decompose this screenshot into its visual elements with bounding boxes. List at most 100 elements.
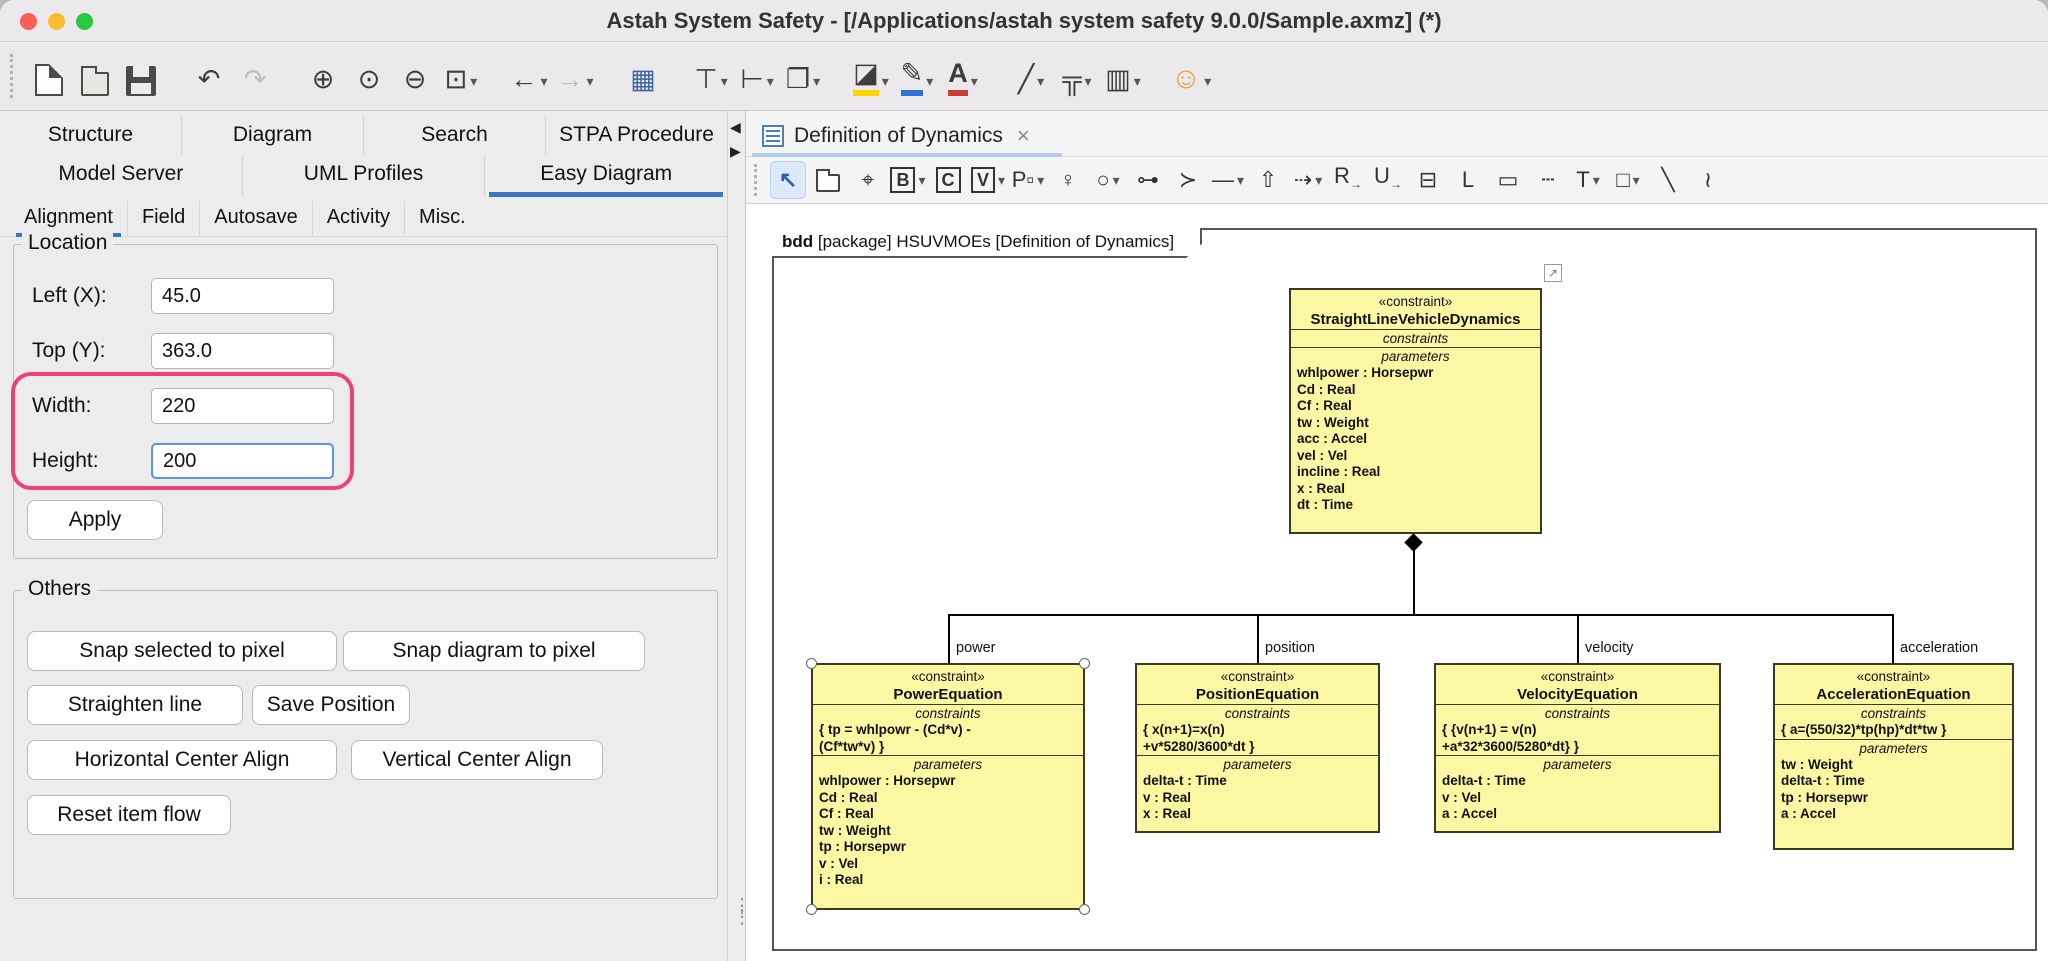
subtab-misc[interactable]: Misc. xyxy=(405,201,480,236)
interface-icon[interactable]: ○▾ xyxy=(1090,161,1126,199)
hierarchy-icon-dropdown[interactable]: ▾ xyxy=(1085,73,1092,90)
text-icon-dropdown[interactable]: ▾ xyxy=(1593,172,1600,189)
line-style-icon-dropdown[interactable]: ▾ xyxy=(1037,73,1044,90)
subtab-autosave[interactable]: Autosave xyxy=(200,201,312,236)
block-icon-dropdown[interactable]: ▾ xyxy=(918,172,925,189)
connector-drop-position[interactable] xyxy=(1257,614,1259,663)
vertical-center-align-button[interactable]: Vertical Center Align xyxy=(351,740,603,780)
constraint-block-powerequation[interactable]: «constraint»PowerEquationconstraints{ tp… xyxy=(811,663,1085,910)
realization-icon[interactable]: R xyxy=(1330,161,1366,199)
dependency-icon[interactable]: ⇢▾ xyxy=(1290,161,1326,199)
interface-icon-dropdown[interactable]: ▾ xyxy=(1113,172,1120,189)
zoom-out-icon[interactable]: ⊖ xyxy=(394,52,436,100)
diagram-toolbar-drag-handle[interactable] xyxy=(754,164,758,196)
provided-interface-icon[interactable]: ⊶ xyxy=(1130,161,1166,199)
part-icon[interactable]: ♀ xyxy=(1050,161,1086,199)
layout-icon-dropdown[interactable]: ▾ xyxy=(1134,73,1141,90)
tab-model-server[interactable]: Model Server xyxy=(0,155,243,197)
text-icon[interactable]: T▾ xyxy=(1570,161,1606,199)
connector-drop-velocity[interactable] xyxy=(1577,614,1579,663)
layout-icon[interactable]: ▥▾ xyxy=(1102,52,1144,100)
width-input[interactable] xyxy=(151,388,334,424)
back-icon-dropdown[interactable]: ▾ xyxy=(540,73,547,90)
diagram-tab[interactable]: Definition of Dynamics × xyxy=(752,115,1040,157)
collapse-left-icon[interactable]: ◀ xyxy=(730,119,741,136)
selection-handle-top-left[interactable] xyxy=(806,658,817,669)
port-icon-dropdown[interactable]: ▾ xyxy=(1037,172,1044,189)
fill-color-icon-dropdown[interactable]: ▾ xyxy=(882,73,889,90)
line-icon[interactable]: ╲ xyxy=(1650,161,1686,199)
arrange-icon-dropdown[interactable]: ▾ xyxy=(813,73,820,90)
selection-handle-top-right[interactable] xyxy=(1079,658,1090,669)
value-type-icon[interactable]: V▾ xyxy=(970,161,1006,199)
connector-trunk-line[interactable] xyxy=(1413,538,1415,616)
new-file-icon[interactable] xyxy=(28,52,70,100)
dependency-icon-dropdown[interactable]: ▾ xyxy=(1315,172,1322,189)
note-icon[interactable]: ⊟ xyxy=(1410,161,1446,199)
open-in-new-icon[interactable]: ↗ xyxy=(1544,264,1562,282)
dots-icon[interactable]: ┄ xyxy=(1530,161,1566,199)
apply-button[interactable]: Apply xyxy=(27,500,163,540)
constraint-block-straightlinevehicledynamics[interactable]: «constraint»StraightLineVehicleDynamicsc… xyxy=(1289,288,1542,534)
forward-icon[interactable]: →▾ xyxy=(554,52,596,100)
tab-uml-profiles[interactable]: UML Profiles xyxy=(243,155,486,197)
font-color-icon-dropdown[interactable]: ▾ xyxy=(971,73,978,90)
constraint-block-positionequation[interactable]: «constraint»PositionEquationconstraints{… xyxy=(1135,663,1380,833)
connector-drop-acceleration[interactable] xyxy=(1892,614,1894,663)
line-color-icon[interactable]: ✎▾ xyxy=(896,52,938,100)
package-icon[interactable] xyxy=(810,161,846,199)
fit-view-icon[interactable]: ⊡▾ xyxy=(440,52,482,100)
block-icon[interactable]: B▾ xyxy=(890,161,926,199)
freeline-icon[interactable]: ≀ xyxy=(1690,161,1726,199)
connector-drop-power[interactable] xyxy=(948,614,950,663)
rect-icon-dropdown[interactable]: ▾ xyxy=(1633,172,1640,189)
select-pointer-icon[interactable]: ↖ xyxy=(770,161,806,199)
diagram-canvas[interactable]: bdd [package] HSUVMOEs [Definition of Dy… xyxy=(746,204,2048,961)
hierarchy-icon[interactable]: ╦▾ xyxy=(1056,52,1098,100)
reset-item-flow-button[interactable]: Reset item flow xyxy=(27,795,231,835)
constraint-block-accelerationequation[interactable]: «constraint»AccelerationEquationconstrai… xyxy=(1773,663,2014,850)
association-icon-dropdown[interactable]: ▾ xyxy=(1237,172,1244,189)
save-position-button[interactable]: Save Position xyxy=(252,685,410,725)
align-vertical-icon-dropdown[interactable]: ▾ xyxy=(721,73,728,90)
selection-handle-bottom-left[interactable] xyxy=(806,904,817,915)
height-input[interactable] xyxy=(151,443,334,479)
connector-bus-line[interactable] xyxy=(948,614,1893,616)
zoom-in-icon[interactable]: ⊕ xyxy=(302,52,344,100)
selection-handle-bottom-right[interactable] xyxy=(1079,904,1090,915)
tab-structure[interactable]: Structure xyxy=(0,115,182,155)
open-folder-icon[interactable] xyxy=(74,52,116,100)
usage-icon[interactable]: U xyxy=(1370,161,1406,199)
constraint-block-icon[interactable]: C xyxy=(930,161,966,199)
line-style-icon[interactable]: ╱▾ xyxy=(1010,52,1052,100)
value-type-icon-dropdown[interactable]: ▾ xyxy=(998,172,1005,189)
panel-splitter[interactable]: ◀ ▶ ⋮⋮ xyxy=(727,111,746,961)
snap-selected-to-pixel-button[interactable]: Snap selected to pixel xyxy=(27,631,337,671)
align-vertical-icon[interactable]: ⊤▾ xyxy=(690,52,732,100)
pin-icon[interactable]: ⌖ xyxy=(850,161,886,199)
tab-diagram[interactable]: Diagram xyxy=(182,115,364,155)
subtab-activity[interactable]: Activity xyxy=(313,201,405,236)
association-icon[interactable]: —▾ xyxy=(1210,161,1246,199)
straighten-line-button[interactable]: Straighten line xyxy=(27,685,243,725)
expand-right-icon[interactable]: ▶ xyxy=(730,143,741,160)
left-x-input[interactable] xyxy=(151,278,334,314)
line-color-icon-dropdown[interactable]: ▾ xyxy=(926,73,933,90)
fit-view-icon-dropdown[interactable]: ▾ xyxy=(470,73,477,90)
note-anchor-icon[interactable]: L xyxy=(1450,161,1486,199)
tab-stpa-procedure[interactable]: STPA Procedure xyxy=(546,115,727,155)
forward-icon-dropdown[interactable]: ▾ xyxy=(586,73,593,90)
align-horizontal-icon-dropdown[interactable]: ▾ xyxy=(767,73,774,90)
subtab-field[interactable]: Field xyxy=(128,201,200,236)
emoji-icon[interactable]: ☺▾ xyxy=(1170,52,1212,100)
required-interface-icon[interactable]: ≻ xyxy=(1170,161,1206,199)
constraint-block-velocityequation[interactable]: «constraint»VelocityEquationconstraints{… xyxy=(1434,663,1721,833)
generalization-icon[interactable]: ⇧ xyxy=(1250,161,1286,199)
snap-diagram-to-pixel-button[interactable]: Snap diagram to pixel xyxy=(343,631,645,671)
redo-icon[interactable]: ↷ xyxy=(234,52,276,100)
diagram-list-icon[interactable]: ▦ xyxy=(622,52,664,100)
top-y-input[interactable] xyxy=(151,333,334,369)
tab-search[interactable]: Search xyxy=(364,115,546,155)
rect-icon[interactable]: □▾ xyxy=(1610,161,1646,199)
diagram-tab-close-icon[interactable]: × xyxy=(1017,123,1030,149)
